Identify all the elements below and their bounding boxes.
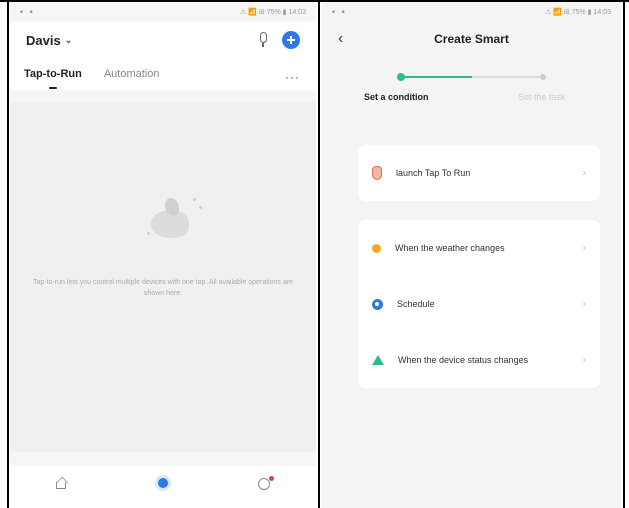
nav-home[interactable] xyxy=(31,476,91,498)
chevron-right-icon: › xyxy=(582,242,586,254)
smart-list-screen: • • ⚠ 📶 ⊞ 75% ▮ 14:03 Davis ⌄ Tap-to-Run… xyxy=(10,2,316,508)
active-tab-indicator xyxy=(48,87,57,89)
empty-state-message: Tap-to-run lets you control multiple dev… xyxy=(33,279,293,297)
nav-smart[interactable] xyxy=(133,477,193,497)
condition-weather[interactable]: When the weather changes › xyxy=(358,220,600,276)
condition-label: When the device status changes xyxy=(398,355,529,365)
page-header: ‹ Create Smart xyxy=(322,22,621,56)
step-2-dot xyxy=(540,74,546,80)
status-bar-right: ⚠ 📶 ⊞ 75% ▮ 14:03 xyxy=(240,9,306,16)
clock-icon xyxy=(372,298,383,310)
step-remaining-line xyxy=(472,76,542,78)
tab-label: Automation xyxy=(103,68,160,80)
border-middle xyxy=(318,0,320,508)
condition-label: Schedule xyxy=(397,299,435,309)
home-icon xyxy=(54,476,69,490)
status-bar: • • ⚠ 📶 ⊞ 75% ▮ 14:03 xyxy=(10,2,316,22)
hand-tap-icon xyxy=(372,166,382,180)
manual-condition-card: launch Tap To Run › xyxy=(358,145,600,201)
empty-illustration xyxy=(145,192,205,242)
border-right xyxy=(623,0,625,508)
condition-device-status[interactable]: When the device status changes › xyxy=(358,332,600,388)
screenshot-frame: • • ⚠ 📶 ⊞ 75% ▮ 14:03 Davis ⌄ Tap-to-Run… xyxy=(0,0,629,508)
condition-label: When the weather changes xyxy=(395,243,505,253)
home-name: Davis xyxy=(26,32,61,48)
chevron-down-icon: ⌄ xyxy=(64,34,73,45)
device-status-icon xyxy=(372,355,384,365)
smart-icon xyxy=(158,477,168,488)
header-actions xyxy=(258,31,300,49)
create-smart-screen: • • ⚠ 📶 ⊞ 75% ▮ 14:03 ‹ Create Smart Set… xyxy=(322,2,621,508)
app-header: Davis ⌄ xyxy=(10,22,316,58)
condition-label: launch Tap To Run xyxy=(396,168,471,178)
condition-schedule[interactable]: Schedule › xyxy=(358,276,600,332)
auto-conditions-card: When the weather changes › Schedule › Wh… xyxy=(358,220,600,388)
tab-tap-to-run[interactable]: Tap-to-Run xyxy=(24,68,82,89)
status-bar: • • ⚠ 📶 ⊞ 75% ▮ 14:03 xyxy=(322,2,621,22)
scene-tabs: Tap-to-Run Automation ··· xyxy=(10,58,316,90)
border-left xyxy=(7,0,9,508)
add-button[interactable] xyxy=(282,31,300,49)
notification-icons: • • xyxy=(20,7,35,17)
chevron-right-icon: › xyxy=(582,167,586,179)
empty-state: Tap-to-run lets you control multiple dev… xyxy=(10,102,316,452)
tab-label: Tap-to-Run xyxy=(24,68,82,80)
home-selector[interactable]: Davis ⌄ xyxy=(26,33,72,48)
bottom-navigation xyxy=(10,466,316,508)
nav-me[interactable] xyxy=(235,475,295,499)
step-progress-line xyxy=(400,76,472,78)
progress-stepper: Set a condition Set the task xyxy=(322,66,621,104)
chevron-right-icon: › xyxy=(582,354,586,366)
condition-launch-tap-to-run[interactable]: launch Tap To Run › xyxy=(358,145,600,201)
notification-icons: • • xyxy=(332,7,347,17)
step-1-dot xyxy=(397,73,405,81)
step-1-label: Set a condition xyxy=(364,92,429,102)
sun-icon xyxy=(372,243,381,253)
microphone-icon[interactable] xyxy=(258,32,268,48)
tab-automation[interactable]: Automation xyxy=(104,68,160,80)
page-title: Create Smart xyxy=(434,32,509,46)
more-icon[interactable]: ··· xyxy=(285,70,300,84)
me-icon xyxy=(258,475,274,490)
step-2-label: Set the task xyxy=(518,92,566,102)
chevron-right-icon: › xyxy=(582,298,586,310)
status-bar-right: ⚠ 📶 ⊞ 75% ▮ 14:03 xyxy=(545,9,611,16)
back-icon[interactable]: ‹ xyxy=(338,30,343,48)
